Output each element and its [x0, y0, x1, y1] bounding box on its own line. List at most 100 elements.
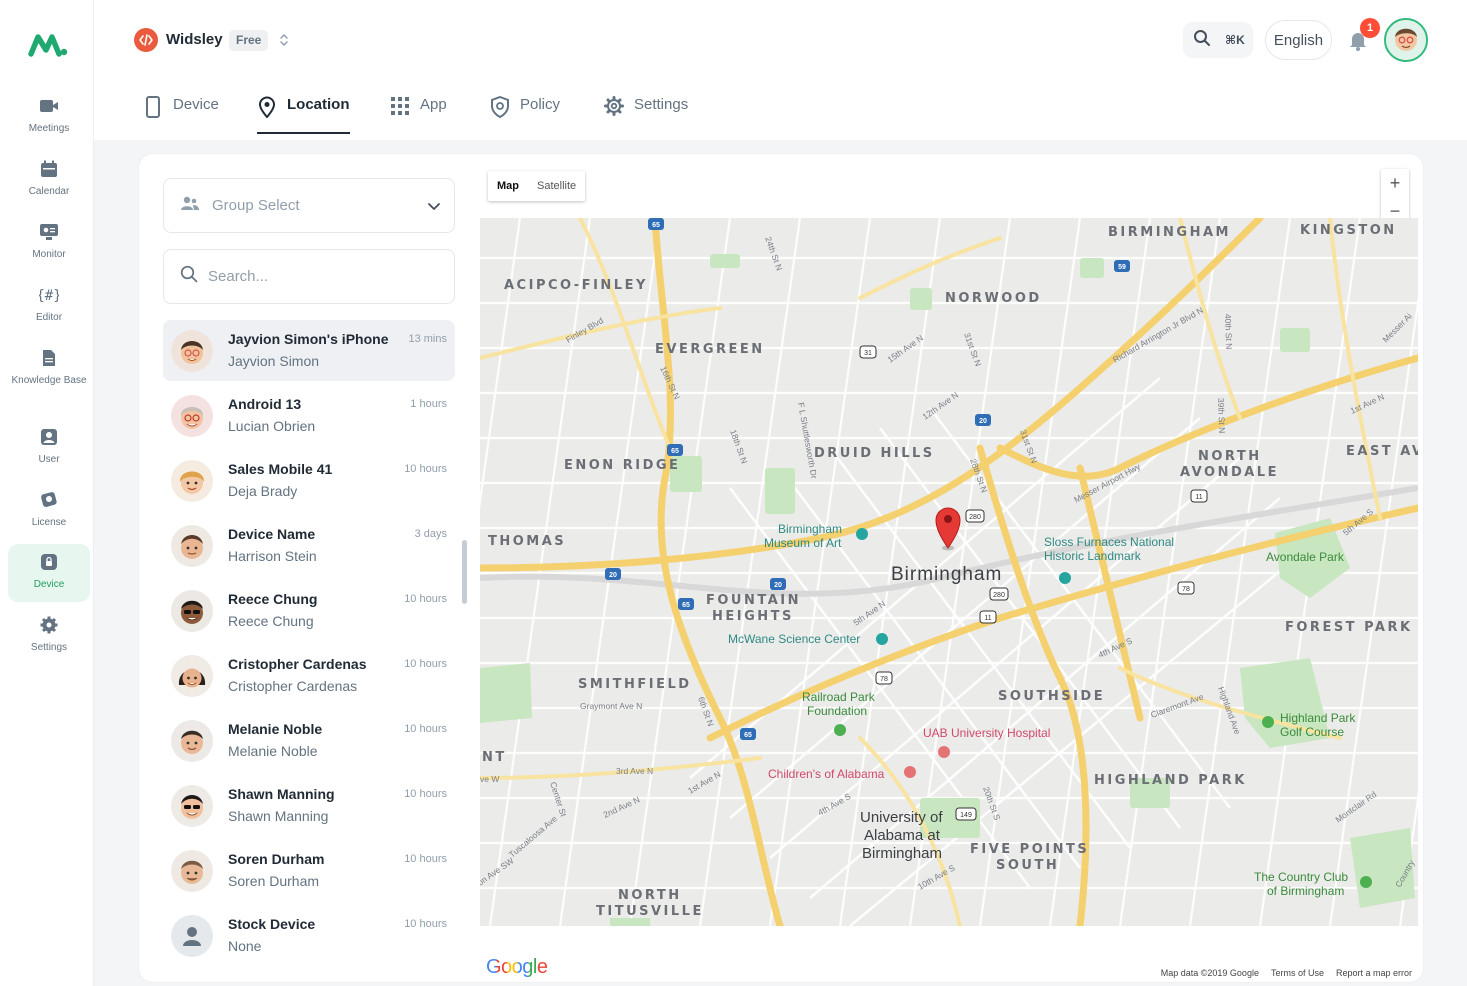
- landmark-marker-icon[interactable]: [1059, 572, 1071, 584]
- app-logo-icon[interactable]: [28, 30, 70, 60]
- report-map-error-link[interactable]: Report a map error: [1336, 968, 1412, 978]
- location-map[interactable]: Map Satellite + − 65 65 65 65 20 20 20 5…: [480, 162, 1418, 980]
- device-list-item[interactable]: Reece Chung Reece Chung 10 hours: [163, 580, 455, 641]
- hospital-marker-icon[interactable]: [938, 746, 950, 758]
- svg-text:McWane Science Center: McWane Science Center: [728, 632, 860, 646]
- video-camera-icon: [39, 96, 59, 116]
- global-search-button[interactable]: ⌘K: [1183, 22, 1253, 58]
- svg-text:Graymont Ave N: Graymont Ave N: [580, 701, 642, 711]
- golf-marker-icon[interactable]: [1262, 716, 1274, 728]
- tab-settings[interactable]: Settings: [604, 96, 688, 134]
- device-list-item[interactable]: Soren Durham Soren Durham 10 hours: [163, 840, 455, 901]
- map-type-map-button[interactable]: Map: [488, 171, 528, 201]
- device-list-item[interactable]: Jayvion Simon's iPhone Jayvion Simon 13 …: [163, 320, 455, 381]
- device-title: Melanie Noble: [228, 721, 323, 737]
- gear-icon: [39, 615, 59, 635]
- map-data-credit: Map data ©2019 Google: [1160, 968, 1259, 978]
- device-owner: Cristopher Cardenas: [228, 678, 358, 694]
- search-icon: [1193, 29, 1211, 52]
- science-center-marker-icon[interactable]: [876, 633, 888, 645]
- device-list-item[interactable]: Cristopher Cardenas Cristopher Cardenas …: [163, 645, 455, 706]
- device-list-item[interactable]: Device Name Harrison Stein 3 days: [163, 515, 455, 576]
- rail-item-meetings[interactable]: Meetings: [8, 88, 90, 146]
- museum-marker-icon[interactable]: [856, 528, 868, 540]
- device-search-input[interactable]: [208, 268, 428, 285]
- childrens-hospital-marker-icon[interactable]: [904, 766, 916, 778]
- svg-text:Birmingham: Birmingham: [778, 522, 842, 536]
- map-city-label: Birmingham: [891, 564, 1002, 585]
- workspace-switch-icon[interactable]: [278, 32, 290, 48]
- device-lock-icon: [39, 552, 59, 572]
- workspace-logo-icon[interactable]: [134, 28, 158, 52]
- map-canvas[interactable]: 65 65 65 65 20 20 20 59 31 280 280 11 11…: [480, 218, 1418, 926]
- terms-of-use-link[interactable]: Terms of Use: [1271, 968, 1324, 978]
- rail-item-settings[interactable]: Settings: [8, 607, 90, 665]
- map-label-acipco-finley: ACIPCO-FINLEY: [504, 278, 648, 293]
- device-list-item[interactable]: Shawn Manning Shawn Manning 10 hours: [163, 775, 455, 836]
- avatar: [171, 395, 213, 437]
- svg-text:ve W: ve W: [480, 774, 499, 784]
- device-last-seen: 10 hours: [404, 723, 447, 735]
- group-select-dropdown[interactable]: Group Select: [163, 178, 455, 233]
- map-label-fountain-heights-1: FOUNTAIN: [706, 593, 801, 608]
- map-label-smithfield: SMITHFIELD: [578, 677, 692, 692]
- phone-icon: [143, 96, 163, 118]
- map-label-nt: NT: [482, 750, 507, 765]
- device-list-item[interactable]: Stock Device None 10 hours: [163, 905, 455, 966]
- zoom-in-button[interactable]: +: [1381, 169, 1409, 197]
- rail-item-knowledge-base[interactable]: Knowledge Base: [8, 340, 90, 398]
- google-logo[interactable]: Google: [486, 956, 548, 979]
- group-select-placeholder: Group Select: [212, 197, 300, 214]
- monitor-icon: [39, 222, 59, 242]
- avatar: [171, 850, 213, 892]
- rail-item-editor[interactable]: {#} Editor: [8, 277, 90, 335]
- rail-item-monitor[interactable]: Monitor: [8, 214, 90, 272]
- device-title: Cristopher Cardenas: [228, 656, 367, 672]
- rail-item-license[interactable]: License: [8, 482, 90, 540]
- svg-text:Birmingham: Birmingham: [862, 845, 942, 862]
- rail-item-calendar[interactable]: Calendar: [8, 151, 90, 209]
- device-list-item[interactable]: Melanie Noble Melanie Noble 10 hours: [163, 710, 455, 771]
- language-button[interactable]: English: [1265, 20, 1332, 60]
- gear-icon: [604, 96, 624, 116]
- rail-item-user[interactable]: User: [8, 419, 90, 477]
- device-list-item[interactable]: Android 13 Lucian Obrien 1 hours: [163, 385, 455, 446]
- device-last-seen: 10 hours: [404, 593, 447, 605]
- map-type-satellite-button[interactable]: Satellite: [528, 171, 585, 201]
- svg-text:Golf Course: Golf Course: [1280, 725, 1344, 739]
- map-label-north-avondale-1: NORTH: [1198, 449, 1262, 464]
- search-icon: [180, 265, 198, 288]
- map-label-five-points-1: FIVE POINTS: [970, 842, 1089, 857]
- svg-text:3rd Ave N: 3rd Ave N: [616, 766, 653, 776]
- tab-app[interactable]: App: [390, 96, 447, 134]
- map-label-east-av: EAST AV: [1346, 444, 1418, 459]
- svg-text:280: 280: [969, 514, 981, 521]
- device-list-scrollbar[interactable]: [462, 540, 467, 604]
- svg-text:31: 31: [864, 350, 872, 357]
- device-title: Jayvion Simon's iPhone: [228, 331, 389, 347]
- device-search-field[interactable]: [163, 249, 455, 304]
- user-avatar[interactable]: [1384, 18, 1428, 62]
- svg-text:11: 11: [984, 615, 991, 622]
- rail-item-device[interactable]: Device: [8, 544, 90, 602]
- device-title: Stock Device: [228, 916, 316, 932]
- device-title: Device Name: [228, 526, 316, 542]
- svg-text:59: 59: [1118, 264, 1126, 271]
- map-attribution: Map data ©2019 Google Terms of Use Repor…: [1161, 968, 1412, 978]
- notification-badge: 1: [1360, 18, 1380, 38]
- tab-policy[interactable]: Policy: [490, 95, 560, 134]
- workspace-name[interactable]: Widsley: [166, 31, 223, 48]
- svg-text:{#}: {#}: [39, 288, 59, 304]
- device-list-item[interactable]: Sales Mobile 41 Deja Brady 10 hours: [163, 450, 455, 511]
- tab-device[interactable]: Device: [143, 96, 219, 134]
- tab-location[interactable]: Location: [257, 96, 350, 134]
- device-last-seen: 1 hours: [410, 398, 447, 410]
- svg-text:65: 65: [682, 602, 690, 609]
- top-header: Widsley Free ⌘K English 1: [94, 0, 1467, 80]
- device-title: Reece Chung: [228, 591, 318, 607]
- park-marker-icon[interactable]: [834, 724, 846, 736]
- device-owner: Reece Chung: [228, 613, 314, 629]
- country-club-marker-icon[interactable]: [1360, 876, 1372, 888]
- device-last-seen: 10 hours: [404, 853, 447, 865]
- device-owner: Deja Brady: [228, 483, 298, 499]
